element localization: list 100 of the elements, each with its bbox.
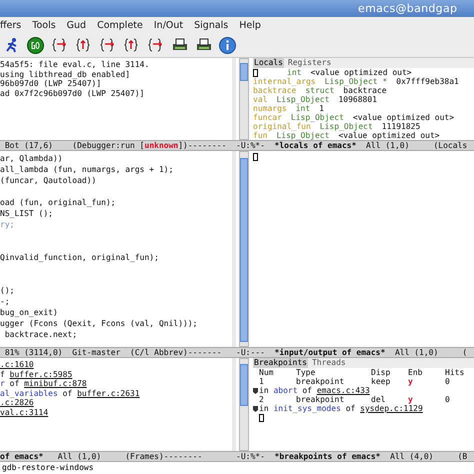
brace-arrow-icon[interactable]	[100, 38, 116, 52]
variable-name: funcar	[253, 113, 282, 122]
window-title: emacs@bandgap	[0, 0, 474, 17]
menu-item[interactable]: Complete	[97, 20, 143, 31]
variable-name: backtrace	[253, 86, 296, 95]
stack-frame[interactable]: .c:1610	[0, 360, 232, 370]
code-line: ugger (Fcons (Qexit, Fcons (val, Qnil)));	[0, 318, 198, 329]
column-header: Type	[296, 368, 316, 377]
text: All (1,0) (	[394, 348, 468, 357]
column-header: Hits	[445, 368, 466, 377]
info-icon[interactable]	[219, 36, 236, 54]
code-line: bug_on_exit)	[0, 307, 59, 318]
text: 81% (3114,0) Git-master (C/l Abbrev)	[4, 348, 188, 357]
scrollbar-thumb[interactable]	[240, 158, 248, 342]
brace-arrow-icon[interactable]	[76, 38, 92, 52]
menu-item[interactable]: ffers	[0, 20, 22, 31]
variable-value: 1	[319, 104, 324, 113]
table-cell-text: del	[371, 395, 386, 404]
stack-frame[interactable]: val.c:3114	[0, 408, 232, 417]
tab[interactable]: Threads	[310, 358, 347, 368]
text: Bot (17,6)	[4, 141, 54, 150]
variable-type: int	[287, 68, 302, 77]
variable-value: <value optimized out>	[352, 113, 454, 122]
variable-name: val	[253, 95, 268, 104]
go-icon[interactable]	[27, 36, 44, 54]
tab[interactable]: Locals	[253, 58, 284, 68]
variable-type: Lisp_Object	[276, 131, 330, 140]
console-line: 96b097d0 (LWP 25407)]	[0, 79, 102, 88]
file-link[interactable]: .c:2826	[0, 398, 34, 407]
tab[interactable]: Breakpoints	[253, 358, 308, 368]
variable-type: struct	[305, 86, 334, 95]
function-name: abort	[273, 386, 298, 395]
file-link[interactable]: minibuf.c:878	[24, 379, 87, 388]
scrollbar-thumb[interactable]	[240, 364, 248, 406]
brace-arrow-icon[interactable]	[52, 38, 68, 52]
table-cell-text: keep	[371, 377, 392, 386]
table-cell-text: 1	[259, 377, 265, 386]
text: (Debugger:run [	[72, 141, 144, 150]
menu-item[interactable]: Help	[239, 20, 261, 31]
text: All (4,0) (B	[389, 452, 468, 461]
text: All (1,0) (Frames)--------	[56, 452, 202, 461]
file-link[interactable]: sysdep.c:1129	[360, 404, 423, 413]
variable-type: Lisp_Object *	[324, 77, 388, 86]
buffer-name: *breakpoints of emacs*	[274, 452, 380, 461]
variable-type: Lisp_Object	[320, 122, 373, 131]
variable-value: 10968801	[338, 95, 377, 104]
menu-item[interactable]: Gud	[66, 20, 86, 31]
function-name: al_variables	[0, 388, 58, 398]
code-line: Qinvalid_function, original_fun);	[0, 252, 160, 263]
variable-value: backtrace	[343, 86, 387, 95]
code-line: oad (fun, original_fun);	[0, 197, 117, 208]
scrollbar[interactable]	[239, 151, 249, 347]
variable-name: numargs	[253, 104, 287, 113]
cursor	[253, 68, 258, 77]
brace-arrow-icon[interactable]	[148, 38, 164, 52]
file-link[interactable]: .c:1610	[0, 360, 34, 369]
text: of	[62, 388, 74, 398]
minibuffer: gdb-restore-windows	[1, 462, 95, 474]
buffer-name: *input/output of emacs*	[274, 348, 386, 357]
text: of	[8, 379, 20, 388]
variable-name: original_fun	[253, 122, 311, 131]
table-cell-text: 0	[445, 395, 451, 404]
stack-frame[interactable]: al_variables of buffer.c:2631	[0, 388, 232, 398]
scrollbar[interactable]	[239, 358, 249, 451]
column-header: Disp	[371, 368, 392, 377]
running-figure-icon[interactable]	[4, 37, 18, 54]
variable-name: fun	[253, 131, 268, 140]
menu-item[interactable]: In/Out	[154, 20, 184, 31]
text: of	[301, 386, 313, 395]
console-line: 54a5f5: file eval.c, line 3114.	[0, 60, 150, 70]
table-cell-text: 0	[445, 377, 451, 386]
printer-icon[interactable]	[196, 38, 212, 52]
code-line: ();	[0, 285, 16, 296]
stack-frame[interactable]: .c:2826	[0, 398, 232, 408]
text: of	[344, 404, 356, 413]
tab[interactable]: Registers	[286, 58, 332, 68]
stack-frame[interactable]: f buffer.c:5985	[0, 370, 232, 379]
code-line: backtrace.next;	[4, 329, 78, 340]
brace-arrow-icon[interactable]	[124, 38, 140, 52]
text: -U:---	[236, 348, 266, 357]
file-link[interactable]: buffer.c:5985	[10, 370, 72, 378]
file-link[interactable]: val.c:3114	[0, 408, 48, 416]
console-line: using libthread_db enabled]	[0, 70, 132, 79]
text: -U:%*-	[236, 141, 266, 150]
scrollbar[interactable]	[239, 58, 249, 140]
variable-type: Lisp_Object	[290, 113, 344, 122]
code-line: ar, Qlambda))	[0, 153, 64, 164]
variable-value: <value optimized out>	[338, 131, 440, 140]
stack-frame[interactable]: r of minibuf.c:878	[0, 379, 232, 388]
file-link[interactable]: emacs.c:433	[316, 386, 370, 395]
printer-icon[interactable]	[172, 38, 188, 52]
variable-value: <value optimized out>	[310, 68, 412, 77]
menu-item[interactable]: Signals	[194, 20, 228, 31]
code-line: all_lambda (fun, numargs, args + 1);	[0, 164, 174, 175]
menu-item[interactable]: Tools	[32, 20, 56, 31]
variable-value: 11191825	[382, 122, 420, 131]
scrollbar-thumb[interactable]	[240, 63, 248, 81]
file-link[interactable]: buffer.c:2631	[77, 388, 140, 398]
variable-type: int	[296, 104, 310, 113]
text: in	[259, 386, 270, 395]
